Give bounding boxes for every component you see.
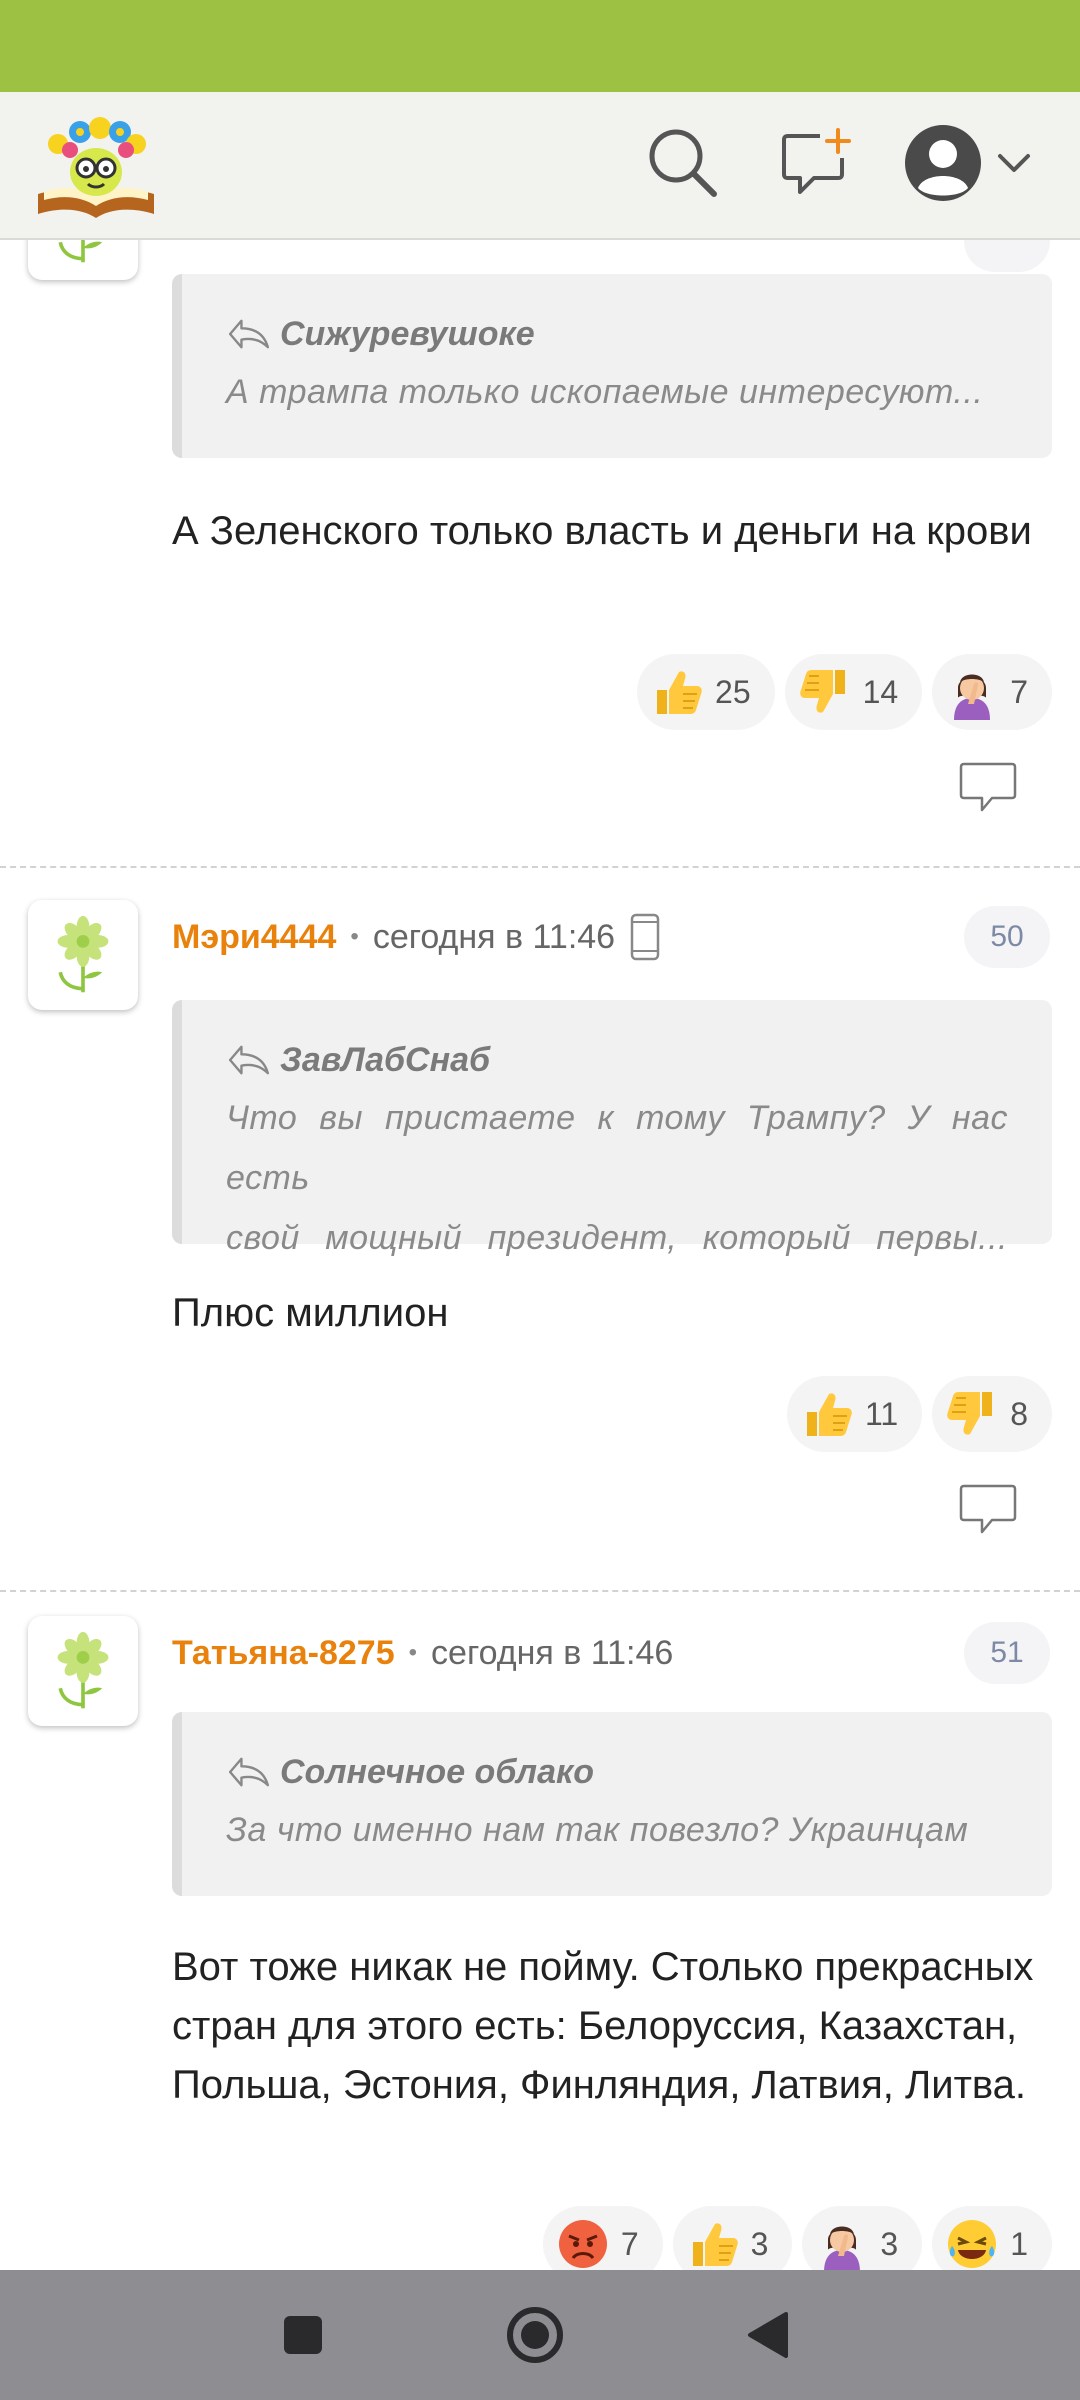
quote-block[interactable]: ЗавЛабСнаб Что вы пристаете к тому Трамп… [172,1000,1052,1257]
laughing-icon [944,2216,1000,2270]
author-name[interactable]: Мэри4444 [172,918,336,957]
app-header [0,92,1080,240]
reaction-thumbs-up[interactable]: 3 [672,2206,793,2270]
comment-meta: Татьяна-8275 • сегодня в 11:46 [172,1628,673,1678]
quote-author: Солнечное облако [226,1750,1008,1794]
avatar[interactable] [28,240,138,280]
reaction-count: 11 [864,1395,899,1432]
quote-author-name: Солнечное облако [280,1752,594,1791]
reactions: 25 14 7 [637,654,1052,730]
quote-author: ЗавЛабСнаб [226,1038,1008,1082]
book-flower-logo[interactable] [34,110,158,220]
quote-author: Сижуревушоке [226,312,1008,356]
reaction-count: 7 [620,2225,639,2262]
user-avatar-icon[interactable] [902,122,984,204]
reaction-count: 3 [750,2225,769,2262]
comment-time: сегодня в 11:46 [372,917,616,956]
thumbs-down-icon [944,1386,1000,1442]
comment-time: сегодня в 11:46 [431,1633,674,1672]
comments-feed: Сижуревушоке А трампа только ископаемые … [0,240,1080,2270]
mobile-device-icon [630,913,660,961]
reaction-count: 1 [1010,2225,1028,2262]
quote-line: Что вы пристаете к тому Трампу? У нас ес… [226,1099,1008,1197]
facepalm-icon [814,2216,870,2270]
quote-author-name: ЗавЛабСнаб [280,1040,491,1079]
thumbs-up-icon [649,664,705,720]
comment-number-badge[interactable] [964,240,1050,272]
reply-arrow-icon [226,1043,272,1077]
reply-arrow-icon [226,1755,272,1789]
reaction-count: 25 [715,673,751,710]
new-comment-icon[interactable] [780,128,852,198]
system-nav-bar [0,2270,1080,2400]
reaction-thumbs-up[interactable]: 11 [786,1376,923,1452]
angry-icon [555,2216,611,2270]
quote-author-name: Сижуревушоке [280,314,535,353]
comment-text: Плюс миллион [172,1291,449,1335]
quote-block[interactable]: Солнечное облако За что именно нам так п… [172,1712,1052,1896]
separator-dot: • [408,1639,418,1666]
comment-number-badge[interactable]: 50 [964,906,1050,968]
thumbs-up-icon [799,1386,855,1442]
comment-text: А Зеленского только власть и деньги на к… [172,509,1032,553]
reaction-count: 8 [1010,1395,1028,1432]
reaction-laughing[interactable]: 1 [932,2206,1052,2270]
back-triangle-icon[interactable] [746,2310,790,2360]
thumbs-down-icon [797,664,853,720]
home-circle-icon[interactable] [506,2306,564,2364]
reaction-thumbs-down[interactable]: 14 [784,654,923,730]
reactions: 7 3 3 1 [542,2206,1052,2270]
avatar[interactable] [28,1616,138,1726]
reaction-thumbs-down[interactable]: 8 [932,1376,1052,1452]
status-bar [0,0,1080,92]
facepalm-icon [944,664,1000,720]
reaction-angry[interactable]: 7 [542,2206,663,2270]
comment-number-badge[interactable]: 51 [964,1622,1050,1684]
separator-dot: • [350,923,359,950]
chevron-down-icon[interactable] [996,152,1032,176]
author-name[interactable]: Татьяна-8275 [172,1634,395,1673]
comment-text: Вот тоже никак не пойму. Столько прекрас… [172,1945,1034,2107]
thumbs-up-icon [685,2216,741,2270]
quote-text: За что именно нам так повезло? Украинцам [226,1811,969,1849]
reaction-thumbs-up[interactable]: 25 [637,654,775,730]
quote-block[interactable]: Сижуревушоке А трампа только ископаемые … [172,274,1052,458]
reaction-count: 7 [1010,673,1028,710]
reply-button[interactable] [958,760,1018,816]
quote-line: свой мощный президент, который первы... [226,1219,1008,1257]
avatar[interactable] [28,900,138,1010]
recents-square-icon[interactable] [282,2314,324,2356]
reaction-count: 3 [880,2225,899,2262]
divider [0,1590,1080,1592]
quote-text: А трампа только ископаемые интересуют... [226,373,984,411]
reply-arrow-icon [226,317,272,351]
reactions: 11 8 [786,1376,1052,1452]
reply-button[interactable] [958,1482,1018,1538]
reaction-facepalm[interactable]: 3 [802,2206,923,2270]
reaction-count: 14 [862,673,899,710]
search-icon[interactable] [646,126,720,200]
quote-text: Что вы пристаете к тому Трампу? У нас ес… [226,1088,1008,1268]
divider [0,866,1080,868]
comment-meta: Мэри4444 • сегодня в 11:46 [172,912,661,962]
reaction-facepalm[interactable]: 7 [932,654,1052,730]
